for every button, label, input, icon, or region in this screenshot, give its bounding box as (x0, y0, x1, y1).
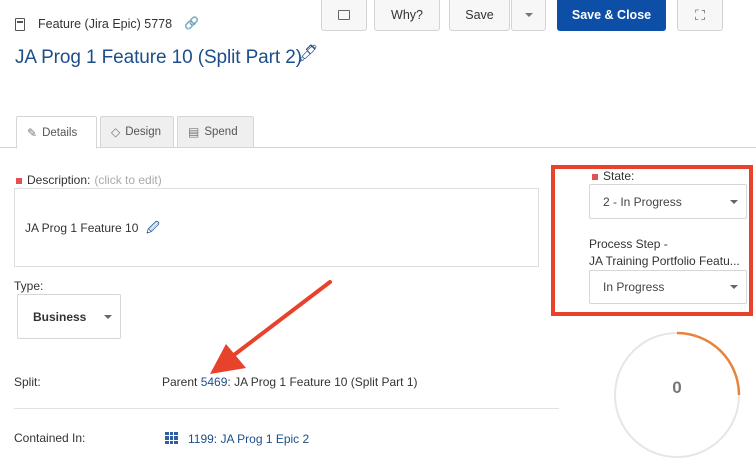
save-button[interactable]: Save (449, 0, 510, 31)
type-select-value: Business (33, 309, 87, 324)
tab-design[interactable]: ◇ Design (100, 116, 174, 148)
tab-details-label: Details (42, 126, 78, 139)
pencil-icon: ✎ (27, 125, 38, 140)
tab-details[interactable]: ✎ Details (16, 116, 97, 149)
folder-icon (338, 10, 350, 20)
tab-spend-label: Spend (204, 126, 238, 138)
gauge-value: 0 (672, 378, 682, 397)
description-value: JA Prog 1 Feature 10 (25, 221, 139, 235)
tab-spend[interactable]: ▤ Spend (177, 116, 254, 148)
description-label: Description: (click to edit) (16, 173, 162, 187)
tab-design-label: Design (125, 126, 162, 138)
save-options-dropdown[interactable] (511, 0, 546, 31)
cash-icon: ▤ (188, 125, 200, 139)
type-select[interactable]: Business (17, 294, 121, 339)
diamond-icon: ◇ (111, 125, 121, 139)
description-label-text: Description: (27, 173, 91, 187)
save-and-close-button[interactable]: Save & Close (557, 0, 666, 31)
contained-in-link[interactable]: 1199: JA Prog 1 Epic 2 (188, 432, 309, 446)
chevron-down-icon (524, 13, 533, 17)
section-divider (14, 408, 559, 409)
split-prefix: Parent (162, 375, 201, 389)
annotation-arrow (210, 280, 332, 374)
expand-icon: ⛶ (695, 6, 705, 23)
entity-type-label: Feature (Jira Epic) 5778 (38, 17, 173, 31)
split-label: Split: (14, 375, 41, 389)
chevron-down-icon (104, 314, 112, 319)
type-label: Type: (14, 279, 44, 293)
move-folder-button[interactable] (321, 0, 367, 31)
document-icon (15, 18, 25, 31)
grid-icon (165, 432, 178, 444)
why-button[interactable]: Why? (374, 0, 440, 31)
highlight-annotation-box (551, 165, 753, 316)
description-hint[interactable]: (click to edit) (94, 173, 161, 187)
expand-button[interactable]: ⛶ (677, 0, 723, 31)
edit-description-icon[interactable]: 🖉 (146, 219, 160, 241)
contained-in-label: Contained In: (14, 431, 86, 445)
required-marker (16, 177, 22, 184)
edit-title-icon[interactable]: 🖋 (297, 44, 319, 64)
link-icon[interactable]: 🔗 (184, 16, 199, 30)
page-title: JA Prog 1 Feature 10 (Split Part 2) (15, 47, 302, 68)
